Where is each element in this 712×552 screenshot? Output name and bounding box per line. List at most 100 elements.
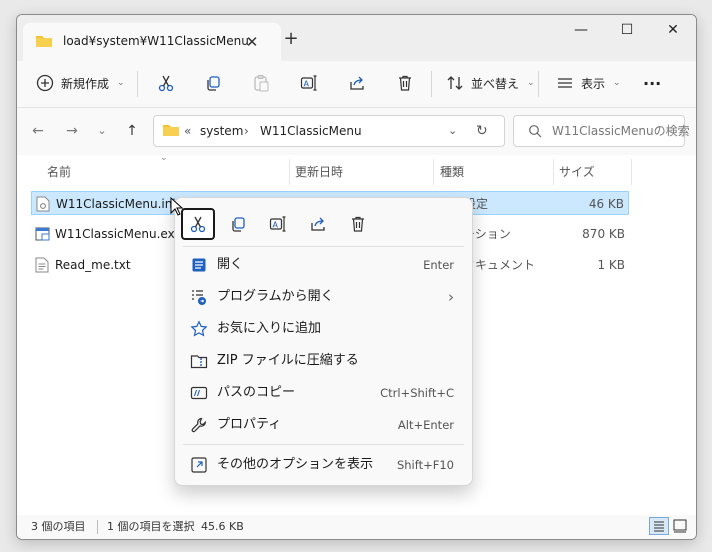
column-size[interactable]: サイズ [559,161,595,183]
title-bar: load¥system¥W11ClassicMenu ✕ + — ☐ ✕ [17,15,696,61]
submenu-chevron-icon: › [448,288,454,306]
menu-item-properties[interactable]: プロパティ Alt+Enter [179,410,468,440]
wrench-icon [189,415,209,435]
more-icon: ··· [643,73,662,93]
close-button[interactable]: ✕ [650,15,696,47]
quick-share-button[interactable] [301,208,335,240]
menu-item-add-favorite[interactable]: お気に入りに追加 [179,314,468,344]
view-button[interactable]: 表示 ⌄ [555,67,621,99]
tab-active[interactable]: load¥system¥W11ClassicMenu ✕ [23,23,281,61]
menu-item-more-options[interactable]: その他のオプションを表示 Shift+F10 [179,450,468,480]
sort-label: 並べ替え [471,76,520,91]
address-dropdown-icon[interactable]: ⌄ [448,116,457,146]
status-selected-size: 45.6 KB [201,520,244,533]
context-menu: A 開く Enter プログラムから開く › お気に入りに追加 ZIP ファイル… [174,197,473,486]
breadcrumb-current[interactable]: W11ClassicMenu [260,116,362,146]
open-with-icon [189,287,209,307]
delete-button[interactable] [395,67,415,99]
tiles-view-button[interactable] [673,518,687,539]
quick-delete-button[interactable] [341,208,375,240]
file-size: 46 KB [588,197,624,211]
sort-icon [445,73,465,93]
details-view-button[interactable] [649,517,669,535]
menu-item-copy-path[interactable]: パスのコピー Ctrl+Shift+C [179,378,468,408]
tab-title: load¥system¥W11ClassicMenu [63,34,249,48]
menu-item-open[interactable]: 開く Enter [179,250,468,280]
refresh-icon[interactable]: ↻ [476,116,488,146]
delete-icon [348,214,368,234]
quick-cut-button[interactable] [181,208,215,240]
new-button[interactable]: 新規作成 ⌄ [35,67,125,99]
ini-file-icon [36,196,50,215]
paste-button[interactable] [251,67,271,99]
status-item-count: 3 個の項目 [31,520,86,533]
divider [538,71,539,97]
recent-dropdown[interactable]: ⌄ [89,118,115,144]
column-type[interactable]: 種類 [440,161,464,183]
menu-item-label: プログラムから開く [217,289,334,304]
menu-item-shortcut: Enter [423,258,454,272]
new-tab-button[interactable]: + [279,27,303,51]
plus-circle-icon [35,73,55,93]
close-tab-icon[interactable]: ✕ [241,31,263,53]
chevron-down-icon: ⌄ [527,78,535,88]
address-bar[interactable]: « system › W11ClassicMenu ⌄ ↻ [153,115,505,147]
menu-item-compress-zip[interactable]: ZIP ファイルに圧縮する [179,346,468,376]
back-button[interactable]: ← [25,118,51,144]
share-button[interactable] [347,67,367,99]
exe-file-icon [35,226,51,245]
open-icon [189,255,209,275]
maximize-button[interactable]: ☐ [604,15,650,47]
menu-item-shortcut: Ctrl+Shift+C [380,386,454,400]
menu-item-open-with[interactable]: プログラムから開く › [179,282,468,312]
delete-icon [395,73,415,93]
file-size: 1 KB [597,258,625,272]
menu-item-label: プロパティ [217,417,282,432]
search-icon [528,124,542,141]
cut-button[interactable] [156,67,176,99]
column-modified[interactable]: 更新日時 [295,161,343,183]
menu-item-label: 開く [217,257,244,272]
copy-button[interactable] [203,67,223,99]
folder-icon [162,122,180,141]
rename-icon: A [268,214,288,234]
file-type: ドキュメント [463,258,536,272]
rename-button[interactable]: A [299,67,319,99]
copy-icon [228,214,248,234]
paste-icon [251,73,271,93]
address-row: ← → ⌄ ↑ « system › W11ClassicMenu ⌄ ↻ W1… [17,108,696,154]
column-name[interactable]: 名前 [47,161,71,183]
quick-copy-button[interactable] [221,208,255,240]
column-divider [289,159,290,185]
share-icon [347,73,367,93]
minimize-button[interactable]: — [558,15,604,47]
chevron-down-icon: ⌄ [613,78,621,88]
menu-item-shortcut: Shift+F10 [396,458,454,472]
sort-button[interactable]: 並べ替え ⌄ [445,67,535,99]
svg-text:A: A [273,221,279,230]
more-button[interactable]: ··· [643,67,661,99]
quick-rename-button[interactable]: A [261,208,295,240]
rename-icon: A [299,73,319,93]
search-box[interactable]: W11ClassicMenuの検索 [513,115,690,147]
breadcrumb-separator: › [244,124,249,138]
svg-text:A: A [304,80,310,89]
mouse-cursor-icon [170,196,184,220]
column-divider [553,159,554,185]
breadcrumb-overflow[interactable]: « [184,116,191,146]
cut-icon [156,73,176,93]
sort-indicator-icon: ⌄ [160,153,168,163]
status-bar: 3 個の項目 1 個の項目を選択 45.6 KB [17,515,696,539]
up-button[interactable]: ↑ [119,118,145,144]
file-size: 870 KB [582,227,625,241]
folder-icon [35,33,53,52]
column-divider [631,159,632,185]
breadcrumb-system[interactable]: system [200,116,243,146]
command-bar: 新規作成 ⌄ A 並べ替え ⌄ 表示 ⌄ ··· [17,61,696,108]
new-button-label: 新規作成 [61,76,110,91]
status-divider [97,520,98,534]
menu-item-label: パスのコピー [217,385,296,400]
copy-icon [203,73,223,93]
forward-button[interactable]: → [59,118,85,144]
menu-item-shortcut: Alt+Enter [397,418,454,432]
